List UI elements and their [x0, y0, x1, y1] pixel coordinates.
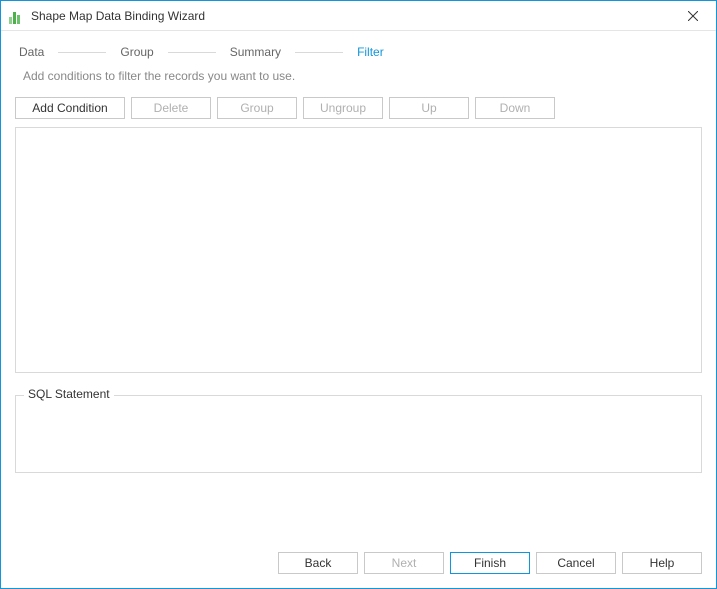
ungroup-button[interactable]: Ungroup — [303, 97, 383, 119]
window-title: Shape Map Data Binding Wizard — [31, 9, 678, 23]
step-summary: Summary — [226, 45, 285, 59]
finish-button[interactable]: Finish — [450, 552, 530, 574]
content-area: Data Group Summary Filter Add conditions… — [1, 31, 716, 540]
down-button[interactable]: Down — [475, 97, 555, 119]
wizard-window: Shape Map Data Binding Wizard Data Group… — [0, 0, 717, 589]
step-data: Data — [15, 45, 48, 59]
step-indicator: Data Group Summary Filter — [15, 45, 702, 59]
cancel-button[interactable]: Cancel — [536, 552, 616, 574]
close-button[interactable] — [678, 2, 708, 30]
app-icon — [9, 8, 25, 24]
back-button[interactable]: Back — [278, 552, 358, 574]
conditions-panel[interactable] — [15, 127, 702, 373]
sql-statement-group: SQL Statement — [15, 395, 702, 473]
step-separator — [58, 52, 106, 53]
step-separator — [168, 52, 216, 53]
step-group: Group — [116, 45, 157, 59]
help-button[interactable]: Help — [622, 552, 702, 574]
up-button[interactable]: Up — [389, 97, 469, 119]
next-button[interactable]: Next — [364, 552, 444, 574]
conditions-toolbar: Add Condition Delete Group Ungroup Up Do… — [15, 97, 702, 119]
titlebar: Shape Map Data Binding Wizard — [1, 1, 716, 31]
delete-button[interactable]: Delete — [131, 97, 211, 119]
page-subtitle: Add conditions to filter the records you… — [23, 69, 702, 83]
add-condition-button[interactable]: Add Condition — [15, 97, 125, 119]
sql-statement-label: SQL Statement — [24, 387, 114, 401]
step-separator — [295, 52, 343, 53]
wizard-footer: Back Next Finish Cancel Help — [1, 540, 716, 588]
step-filter: Filter — [353, 45, 388, 59]
group-button[interactable]: Group — [217, 97, 297, 119]
close-icon — [688, 11, 698, 21]
